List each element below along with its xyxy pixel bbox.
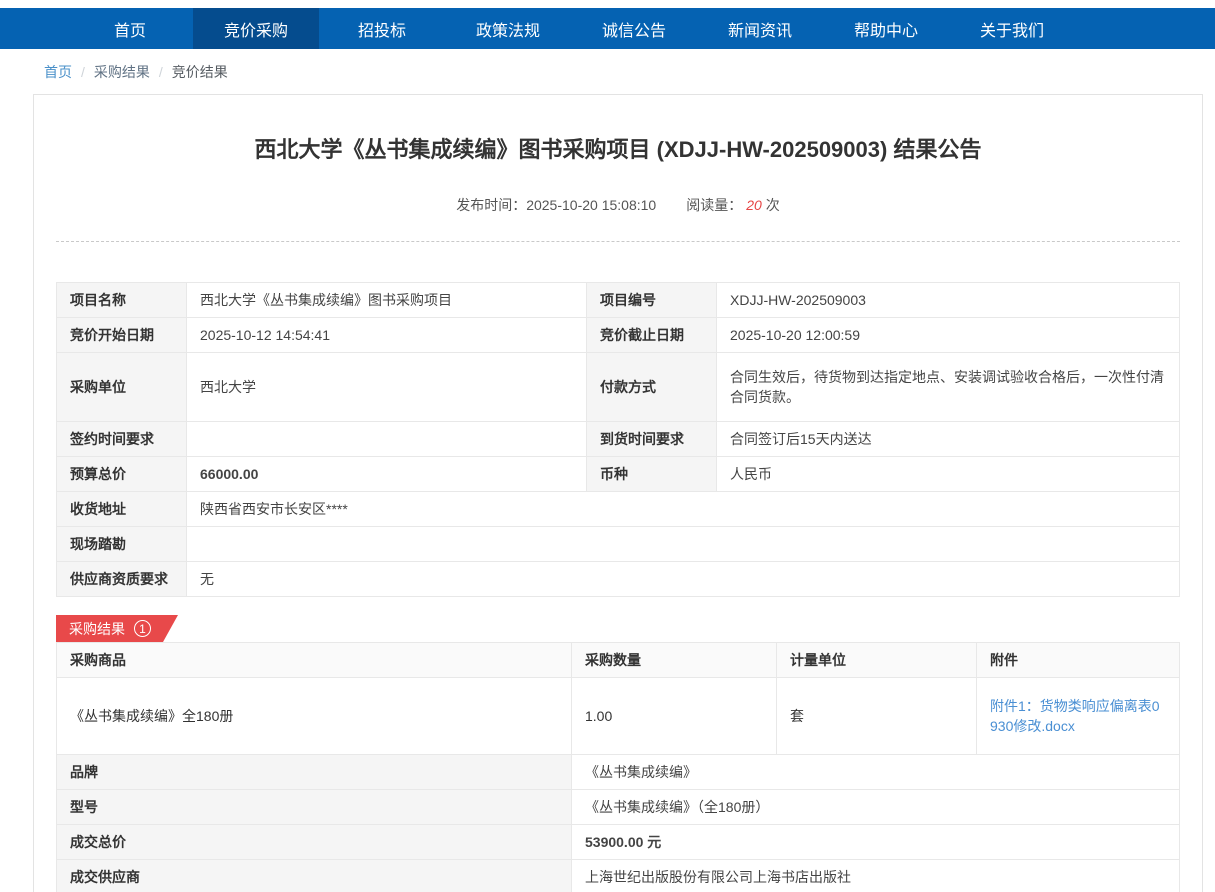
table-row: 成交总价 53900.00 元 [57,825,1180,860]
dashed-divider [56,241,1180,242]
info-label-purchaser: 采购单位 [57,353,187,422]
breadcrumb-section-link[interactable]: 采购结果 [94,62,150,82]
info-label-project-name: 项目名称 [57,283,187,318]
info-label-supplier-qualification: 供应商资质要求 [57,562,187,597]
nav-item-help-center[interactable]: 帮助中心 [823,8,949,49]
info-label-shipping-address: 收货地址 [57,492,187,527]
table-row: 采购单位 西北大学 付款方式 合同生效后，待货物到达指定地点、安装调试验收合格后… [57,353,1180,422]
table-row: 供应商资质要求 无 [57,562,1180,597]
table-row: 竞价开始日期 2025-10-12 14:54:41 竞价截止日期 2025-1… [57,318,1180,353]
info-label-bid-end: 竞价截止日期 [587,318,717,353]
views-unit: 次 [766,197,780,213]
detail-label-deal-total-price: 成交总价 [57,825,572,860]
result-badge-label: 采购结果 [69,619,125,639]
breadcrumb: 首页 / 采购结果 / 竞价结果 [0,49,1215,94]
breadcrumb-separator: / [81,64,85,80]
table-row: 预算总价 66000.00 币种 人民币 [57,457,1180,492]
info-value-payment: 合同生效后，待货物到达指定地点、安装调试验收合格后，一次性付清合同货款。 [717,353,1180,422]
col-header-unit: 计量单位 [777,643,977,678]
info-value-supplier-qualification: 无 [187,562,1180,597]
nav-item-integrity-notices[interactable]: 诚信公告 [571,8,697,49]
publish-time-label: 发布时间： [456,197,526,213]
info-value-bid-end: 2025-10-20 12:00:59 [717,318,1180,353]
info-label-currency: 币种 [587,457,717,492]
breadcrumb-home-link[interactable]: 首页 [44,62,72,82]
detail-label-model: 型号 [57,790,572,825]
info-label-delivery-time: 到货时间要求 [587,422,717,457]
info-label-bid-start: 竞价开始日期 [57,318,187,353]
table-row: 项目名称 西北大学《丛书集成续编》图书采购项目 项目编号 XDJJ-HW-202… [57,283,1180,318]
result-count-circle-icon: 1 [134,620,151,637]
table-row: 收货地址 陕西省西安市长安区**** [57,492,1180,527]
info-value-site-survey [187,527,1180,562]
nav-item-tenders[interactable]: 招投标 [319,8,445,49]
table-row: 成交供应商 上海世纪出版股份有限公司上海书店出版社 [57,860,1180,892]
publish-time-value: 2025-10-20 15:08:10 [526,197,656,213]
info-value-project-code: XDJJ-HW-202509003 [717,283,1180,318]
info-value-currency: 人民币 [717,457,1180,492]
table-row: 《丛书集成续编》全180册 1.00 套 附件1：货物类响应偏离表0930修改.… [57,678,1180,755]
breadcrumb-separator: / [159,64,163,80]
page-title: 西北大学《丛书集成续编》图书采购项目 (XDJJ-HW-202509003) 结… [56,135,1180,165]
nav-item-about-us[interactable]: 关于我们 [949,8,1075,49]
detail-value-winning-supplier: 上海世纪出版股份有限公司上海书店出版社 [572,860,1180,892]
table-row: 型号 《丛书集成续编》（全180册） [57,790,1180,825]
nav-item-policies[interactable]: 政策法规 [445,8,571,49]
purchase-result-table: 采购商品 采购数量 计量单位 附件 《丛书集成续编》全180册 1.00 套 附… [56,642,1180,892]
result-section-badge: 采购结果 1 [56,615,178,642]
info-value-shipping-address: 陕西省西安市长安区**** [187,492,1180,527]
article-meta: 发布时间：2025-10-20 15:08:10 阅读量：20次 [56,195,1180,215]
nav-item-home[interactable]: 首页 [67,8,193,49]
col-header-item: 采购商品 [57,643,572,678]
info-label-payment: 付款方式 [587,353,717,422]
nav-item-bidding-purchase[interactable]: 竞价采购 [193,8,319,49]
table-row: 品牌 《丛书集成续编》 [57,755,1180,790]
info-label-budget: 预算总价 [57,457,187,492]
nav-item-news[interactable]: 新闻资讯 [697,8,823,49]
info-value-budget: 66000.00 [187,457,587,492]
detail-value-brand: 《丛书集成续编》 [572,755,1180,790]
attachment-link[interactable]: 附件1：货物类响应偏离表0930修改.docx [990,698,1160,734]
breadcrumb-current-page: 竞价结果 [172,62,228,82]
info-value-project-name: 西北大学《丛书集成续编》图书采购项目 [187,283,587,318]
detail-label-winning-supplier: 成交供应商 [57,860,572,892]
announcement-card: 西北大学《丛书集成续编》图书采购项目 (XDJJ-HW-202509003) 结… [33,94,1203,892]
table-header-row: 采购商品 采购数量 计量单位 附件 [57,643,1180,678]
item-quantity: 1.00 [572,678,777,755]
info-label-signing-time: 签约时间要求 [57,422,187,457]
info-label-project-code: 项目编号 [587,283,717,318]
info-value-delivery-time: 合同签订后15天内送达 [717,422,1180,457]
detail-label-brand: 品牌 [57,755,572,790]
table-row: 签约时间要求 到货时间要求 合同签订后15天内送达 [57,422,1180,457]
item-name: 《丛书集成续编》全180册 [57,678,572,755]
info-value-purchaser: 西北大学 [187,353,587,422]
main-navigation: 首页 竞价采购 招投标 政策法规 诚信公告 新闻资讯 帮助中心 关于我们 [0,8,1215,49]
table-row: 现场踏勘 [57,527,1180,562]
col-header-quantity: 采购数量 [572,643,777,678]
detail-value-deal-total-price: 53900.00 元 [572,825,1180,860]
views-count: 20 [746,197,762,213]
detail-value-model: 《丛书集成续编》（全180册） [572,790,1180,825]
project-info-table: 项目名称 西北大学《丛书集成续编》图书采购项目 项目编号 XDJJ-HW-202… [56,282,1180,597]
col-header-attachment: 附件 [977,643,1180,678]
info-value-bid-start: 2025-10-12 14:54:41 [187,318,587,353]
views-label: 阅读量： [686,197,742,213]
info-value-signing-time [187,422,587,457]
info-label-site-survey: 现场踏勘 [57,527,187,562]
item-unit: 套 [777,678,977,755]
